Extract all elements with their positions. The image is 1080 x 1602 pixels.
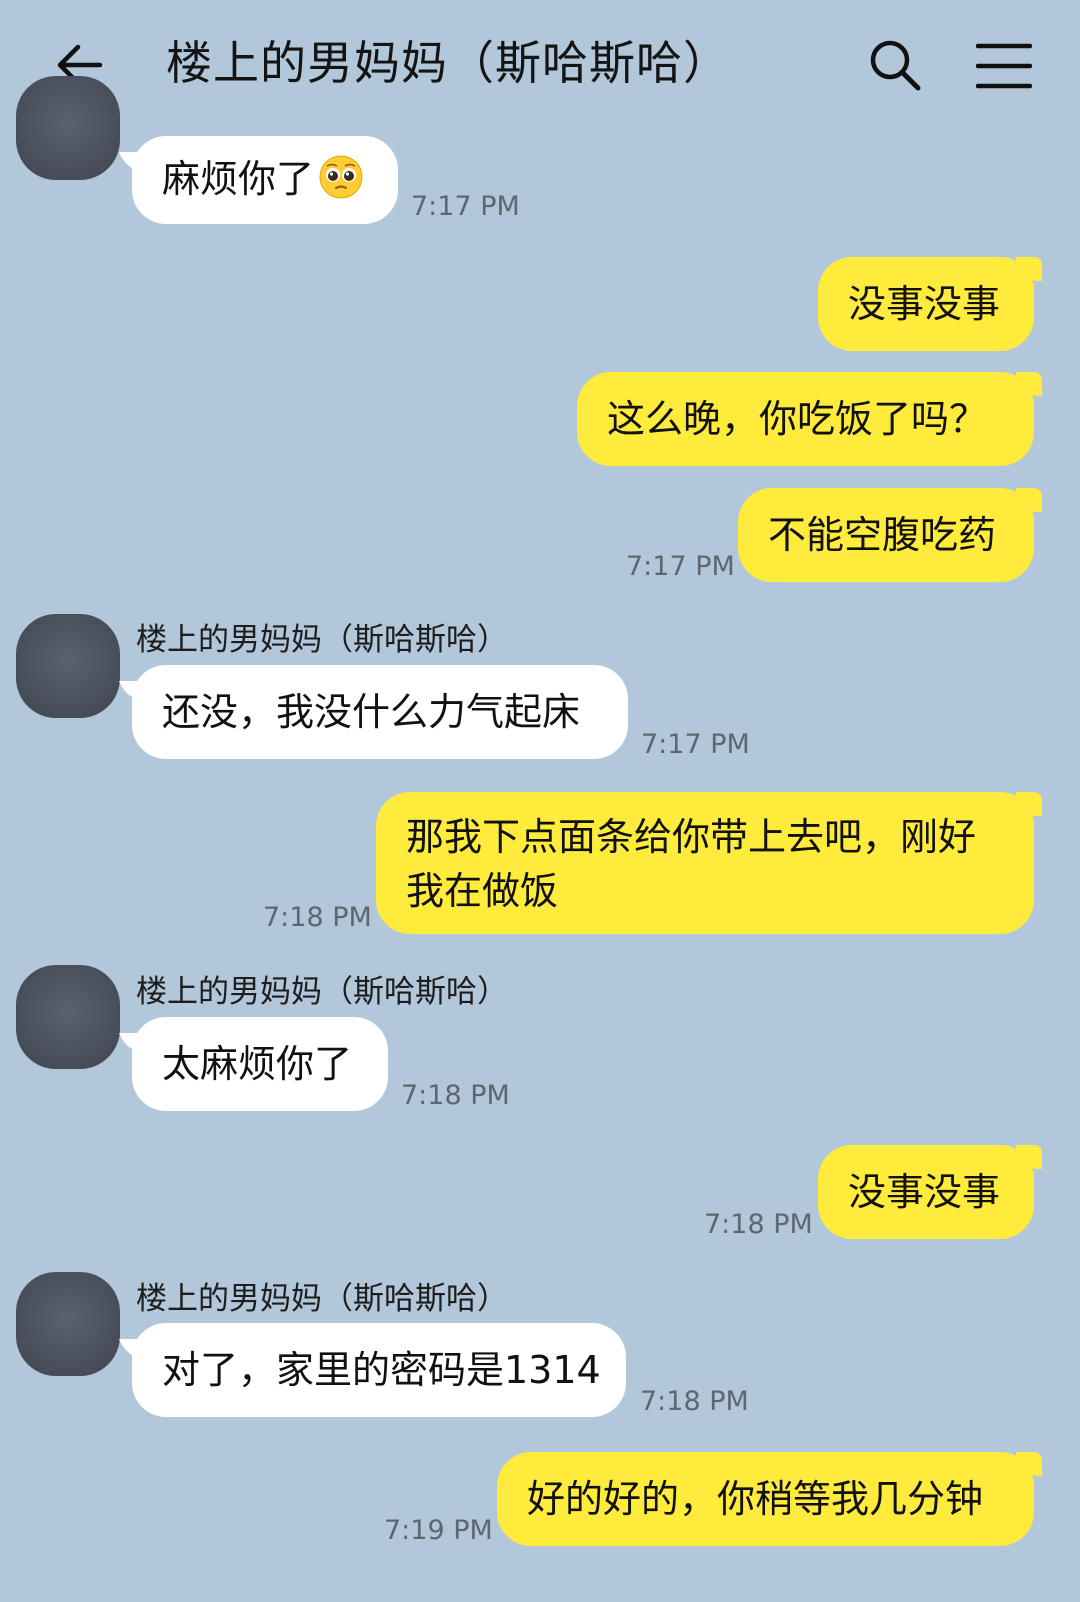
sender-name: 楼上的男妈妈（斯哈斯哈） xyxy=(136,1281,508,1317)
sender-name: 楼上的男妈妈（斯哈斯哈） xyxy=(136,622,508,658)
message-text-line: 我在做饭 xyxy=(406,869,559,913)
message-timestamp: 7:19 PM xyxy=(384,1515,493,1546)
message-bubble-outgoing[interactable]: 没事没事 xyxy=(818,1145,1042,1239)
sender-name: 楼上的男妈妈（斯哈斯哈） xyxy=(136,974,508,1010)
message-text: 麻烦你了 xyxy=(162,157,315,201)
message-bubble-outgoing[interactable]: 没事没事 xyxy=(818,257,1042,351)
message-bubble-incoming[interactable]: 对了，家里的密码是1314 xyxy=(132,1323,626,1417)
message-text-line: 那我下点面条给你带上去吧，刚好 xyxy=(406,815,977,859)
message-timestamp: 7:18 PM xyxy=(704,1209,813,1240)
message-text: 不能空腹吃药 xyxy=(768,513,997,557)
message-bubble-outgoing[interactable]: 这么晚，你吃饭了吗？ xyxy=(577,372,1042,466)
message-bubble-incoming[interactable]: 还没，我没什么力气起床 xyxy=(132,665,628,759)
message-text: 好的好的，你稍等我几分钟 xyxy=(527,1477,984,1521)
contact-avatar[interactable] xyxy=(16,1272,120,1376)
message-timestamp: 7:17 PM xyxy=(411,191,520,222)
contact-avatar[interactable] xyxy=(16,76,120,180)
contact-avatar[interactable] xyxy=(16,614,120,718)
message-bubble-outgoing[interactable]: 那我下点面条给你带上去吧，刚好 我在做饭 xyxy=(376,792,1042,934)
message-bubble-incoming[interactable]: 太麻烦你了 xyxy=(132,1017,388,1111)
menu-icon[interactable] xyxy=(976,40,1032,92)
message-bubble-incoming[interactable]: 麻烦你了 xyxy=(132,136,398,224)
chat-header: 楼上的男妈妈（斯哈斯哈） xyxy=(0,0,1080,128)
message-timestamp: 7:17 PM xyxy=(626,551,735,582)
message-text: 这么晚，你吃饭了吗？ xyxy=(607,397,988,441)
message-timestamp: 7:18 PM xyxy=(401,1080,510,1111)
chat-title: 楼上的男妈妈（斯哈斯哈） xyxy=(166,36,730,90)
message-timestamp: 7:18 PM xyxy=(263,902,372,933)
message-bubble-outgoing[interactable]: 不能空腹吃药 xyxy=(738,488,1042,582)
message-text: 对了，家里的密码是1314 xyxy=(162,1348,601,1392)
message-bubble-outgoing[interactable]: 好的好的，你稍等我几分钟 xyxy=(497,1452,1042,1546)
search-icon[interactable] xyxy=(866,36,924,94)
message-timestamp: 7:17 PM xyxy=(641,729,750,760)
message-text: 太麻烦你了 xyxy=(162,1042,353,1086)
message-timestamp: 7:18 PM xyxy=(640,1386,749,1417)
message-text: 没事没事 xyxy=(848,282,1001,326)
message-text: 没事没事 xyxy=(848,1170,1001,1214)
message-text: 还没，我没什么力气起床 xyxy=(162,690,581,734)
pleading-face-icon xyxy=(319,155,363,199)
contact-avatar[interactable] xyxy=(16,965,120,1069)
